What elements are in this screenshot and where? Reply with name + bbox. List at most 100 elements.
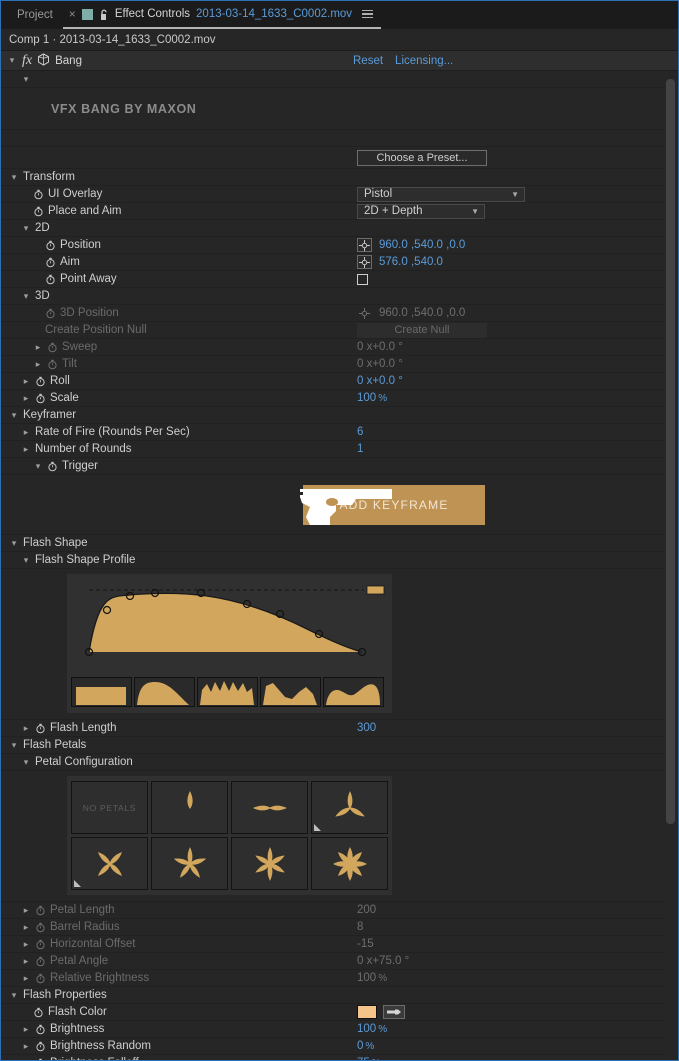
flash-length-value[interactable]: 300	[357, 722, 376, 734]
panel-menu-icon[interactable]	[362, 9, 374, 19]
brightness-value[interactable]: 100	[357, 1023, 376, 1035]
section-flash-petals[interactable]: ▾ Flash Petals	[1, 737, 664, 754]
section-petal-configuration[interactable]: ▾ Petal Configuration	[1, 754, 664, 771]
rate-of-fire-value[interactable]: 6	[357, 426, 363, 438]
section-3d[interactable]: ▾ 3D	[1, 288, 664, 305]
eyedropper-icon[interactable]	[383, 1005, 405, 1019]
position-value[interactable]: 960.0 ,540.0 ,0.0	[379, 239, 465, 251]
ui-overlay-dropdown[interactable]: Pistol ▼	[357, 186, 525, 202]
chevron-down-icon[interactable]: ▾	[9, 990, 19, 1001]
crosshair-target-icon[interactable]	[357, 255, 372, 269]
chevron-down-icon[interactable]: ▾	[9, 410, 19, 421]
chevron-right-icon[interactable]: ▸	[21, 723, 31, 734]
stopwatch-icon[interactable]	[45, 257, 56, 268]
stopwatch-icon[interactable]	[35, 1041, 46, 1052]
chevron-right-icon[interactable]: ▸	[21, 1041, 31, 1052]
petal-option-one-petal[interactable]	[151, 781, 228, 834]
scrollbar-thumb[interactable]	[666, 79, 675, 824]
chevron-down-icon[interactable]: ▾	[21, 223, 31, 234]
param-brightness-falloff[interactable]: ▸ Brightness Falloff 75%	[1, 1055, 664, 1060]
flash-shape-curve[interactable]	[67, 574, 392, 669]
param-rate-of-fire[interactable]: ▸ Rate of Fire (Rounds Per Sec) 6	[1, 424, 664, 441]
chevron-down-icon[interactable]: ▾	[9, 172, 19, 183]
chevron-right-icon[interactable]: ▸	[21, 393, 31, 404]
chevron-down-icon[interactable]: ▾	[9, 538, 19, 549]
flash-preset-decay-ramp[interactable]	[134, 677, 195, 707]
stopwatch-icon[interactable]	[45, 240, 56, 251]
chevron-right-icon[interactable]: ▸	[21, 1024, 31, 1035]
petal-option-four-petals[interactable]	[71, 837, 148, 890]
chevron-down-icon[interactable]: ▾	[7, 55, 17, 66]
chevron-down-icon[interactable]: ▾	[21, 291, 31, 302]
flash-preset-flat-top[interactable]	[71, 677, 132, 707]
petal-option-five-petals[interactable]	[151, 837, 228, 890]
point-away-checkbox[interactable]	[357, 273, 368, 285]
stopwatch-icon[interactable]	[35, 723, 46, 734]
param-brightness[interactable]: ▸ Brightness 100%	[1, 1021, 664, 1038]
param-number-of-rounds[interactable]: ▸ Number of Rounds 1	[1, 441, 664, 458]
petal-option-no-petals[interactable]: NO PETALS	[71, 781, 148, 834]
scale-value[interactable]: 100	[357, 392, 376, 404]
stopwatch-icon[interactable]	[35, 1058, 46, 1060]
flash-preset-double-hump[interactable]	[323, 677, 384, 707]
crosshair-target-icon[interactable]	[357, 238, 372, 252]
chevron-right-icon[interactable]: ▸	[21, 427, 31, 438]
stopwatch-icon[interactable]	[35, 1024, 46, 1035]
petal-option-three-petals[interactable]	[311, 781, 388, 834]
param-point-away[interactable]: Point Away	[1, 271, 664, 288]
vertical-scrollbar[interactable]	[664, 71, 677, 1060]
param-roll[interactable]: ▸ Roll 0 x+0.0 °	[1, 373, 664, 390]
roll-value[interactable]: 0 x+0.0 °	[357, 375, 403, 387]
brightness-falloff-value[interactable]: 75	[357, 1057, 370, 1060]
stopwatch-icon[interactable]	[45, 274, 56, 285]
section-flash-shape-profile[interactable]: ▾ Flash Shape Profile	[1, 552, 664, 569]
reset-link[interactable]: Reset	[353, 55, 383, 67]
effect-collapse-row[interactable]: ▾	[1, 71, 664, 88]
stopwatch-icon[interactable]	[33, 1007, 44, 1018]
param-scale[interactable]: ▸ Scale 100%	[1, 390, 664, 407]
section-keyframer[interactable]: ▾ Keyframer	[1, 407, 664, 424]
flash-color-swatch[interactable]	[357, 1005, 377, 1019]
stopwatch-icon[interactable]	[47, 461, 58, 472]
chevron-right-icon[interactable]: ▸	[21, 444, 31, 455]
section-flash-shape[interactable]: ▾ Flash Shape	[1, 535, 664, 552]
chevron-down-icon[interactable]: ▾	[21, 757, 31, 768]
flash-shape-curve-editor[interactable]	[67, 574, 392, 713]
section-transform[interactable]: ▾ Transform	[1, 169, 664, 186]
chevron-down-icon[interactable]: ▾	[21, 74, 31, 85]
place-and-aim-dropdown[interactable]: 2D + Depth ▼	[357, 203, 485, 219]
chevron-down-icon[interactable]: ▾	[9, 740, 19, 751]
param-aim[interactable]: Aim 576.0 ,540.0	[1, 254, 664, 271]
param-place-and-aim[interactable]: Place and Aim 2D + Depth ▼	[1, 203, 664, 220]
petal-option-two-petals[interactable]	[231, 781, 308, 834]
stopwatch-icon[interactable]	[33, 206, 44, 217]
choose-preset-button[interactable]: Choose a Preset...	[357, 149, 487, 166]
stopwatch-icon[interactable]	[35, 393, 46, 404]
petal-option-eight-petals[interactable]	[311, 837, 388, 890]
param-brightness-random[interactable]: ▸ Brightness Random 0%	[1, 1038, 664, 1055]
param-flash-color[interactable]: Flash Color	[1, 1004, 664, 1021]
section-flash-properties[interactable]: ▾ Flash Properties	[1, 987, 664, 1004]
flash-preset-twin-bumps[interactable]	[260, 677, 321, 707]
number-of-rounds-value[interactable]: 1	[357, 443, 363, 455]
stopwatch-icon[interactable]	[35, 376, 46, 387]
licensing-link[interactable]: Licensing...	[395, 55, 453, 67]
petal-option-six-petals[interactable]	[231, 837, 308, 890]
chevron-right-icon[interactable]: ▸	[21, 1058, 31, 1061]
param-trigger[interactable]: ▾ Trigger	[1, 458, 664, 475]
aim-value[interactable]: 576.0 ,540.0	[379, 256, 443, 268]
stopwatch-icon[interactable]	[33, 189, 44, 200]
chevron-right-icon[interactable]: ▸	[21, 376, 31, 387]
lock-icon[interactable]	[99, 8, 109, 20]
tab-project[interactable]: Project	[1, 1, 63, 29]
flash-preset-jagged-spikes[interactable]	[197, 677, 258, 707]
tab-effect-controls[interactable]: × Effect Controls 2013-03-14_1633_C0002.…	[62, 1, 382, 29]
chevron-down-icon[interactable]: ▾	[21, 555, 31, 566]
chevron-down-icon[interactable]: ▾	[33, 461, 43, 472]
brightness-random-value[interactable]: 0	[357, 1040, 363, 1052]
param-position[interactable]: Position 960.0 ,540.0 ,0.0	[1, 237, 664, 254]
param-flash-length[interactable]: ▸ Flash Length 300	[1, 720, 664, 737]
close-icon[interactable]: ×	[69, 8, 76, 20]
section-2d[interactable]: ▾ 2D	[1, 220, 664, 237]
param-ui-overlay[interactable]: UI Overlay Pistol ▼	[1, 186, 664, 203]
